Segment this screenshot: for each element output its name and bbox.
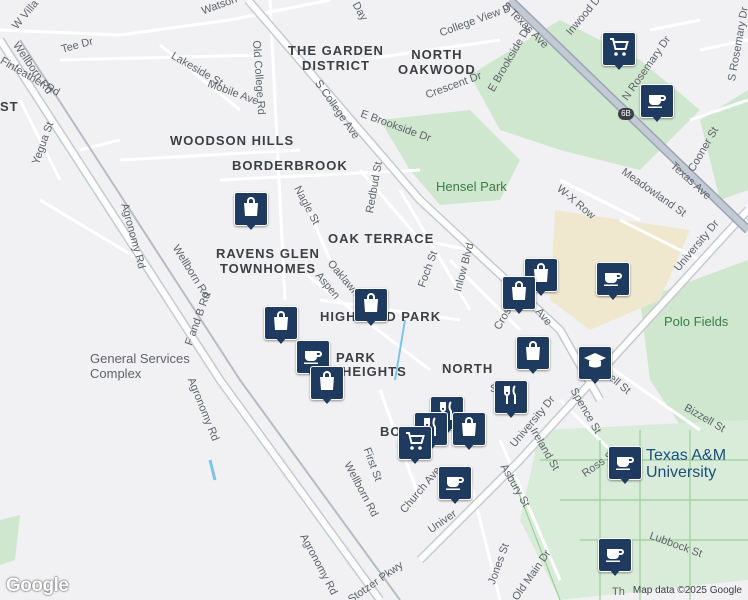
marker-school[interactable] xyxy=(578,346,612,386)
cup-icon xyxy=(613,449,637,478)
bag-icon xyxy=(359,291,383,320)
marker-cafe-5[interactable] xyxy=(608,446,642,486)
area-north: NORTH xyxy=(442,361,494,376)
area-ravens-glen-townhomes: RAVENS GLEN TOWNHOMES xyxy=(216,246,320,276)
cup-icon xyxy=(601,265,625,294)
marker-food-1[interactable] xyxy=(494,380,528,420)
marker-shop-5[interactable] xyxy=(310,366,344,406)
park-polo-fields[interactable]: Polo Fields xyxy=(664,314,728,329)
marker-shop-3[interactable] xyxy=(354,288,388,328)
bag-icon xyxy=(521,339,545,368)
area-north-oakwood: NORTH OAKWOOD xyxy=(398,47,476,77)
bag-icon xyxy=(239,195,263,224)
area-park: PARK xyxy=(336,350,376,365)
area-oak-terrace: OAK TERRACE xyxy=(328,231,435,246)
bag-icon xyxy=(507,279,531,308)
area-st: ST xyxy=(0,99,19,114)
map-attribution[interactable]: Map data ©2025 Google xyxy=(633,585,742,596)
bag-icon xyxy=(269,309,293,338)
map-canvas[interactable]: THE GARDEN DISTRICT NORTH OAKWOOD WOODSO… xyxy=(0,0,748,600)
cart-icon xyxy=(403,429,427,458)
area-woodson-hills: WOODSON HILLS xyxy=(170,133,295,148)
bag-icon xyxy=(457,415,481,444)
cup-icon xyxy=(603,541,627,570)
marker-grocery-2[interactable] xyxy=(398,426,432,466)
marker-shop-8[interactable] xyxy=(452,412,486,452)
cup-icon xyxy=(443,469,467,498)
highway-shield: 6B xyxy=(618,108,634,120)
street-th: Th xyxy=(612,586,625,598)
poi-general-services-complex[interactable]: General Services Complex xyxy=(90,351,190,381)
cap-icon xyxy=(583,349,607,378)
area-the-garden-district: THE GARDEN DISTRICT xyxy=(288,43,384,73)
area-borderbrook: BORDERBROOK xyxy=(232,158,348,173)
marker-shop-7[interactable] xyxy=(516,336,550,376)
marker-cafe-2[interactable] xyxy=(596,262,630,302)
marker-shop-4[interactable] xyxy=(264,306,298,346)
area-heights: HEIGHTS xyxy=(342,364,407,379)
marker-cafe-6[interactable] xyxy=(598,538,632,578)
fork-icon xyxy=(499,383,523,412)
park-hensel[interactable]: Hensel Park xyxy=(436,179,507,194)
cup-icon xyxy=(645,87,669,116)
bag-icon xyxy=(315,369,339,398)
marker-shop-1[interactable] xyxy=(234,192,268,232)
marker-grocery-1[interactable] xyxy=(602,32,636,72)
cart-icon xyxy=(607,35,631,64)
marker-cafe-4[interactable] xyxy=(438,466,472,506)
marker-cafe-1[interactable] xyxy=(640,84,674,124)
poi-texas-am-university[interactable]: Texas A&M University xyxy=(646,447,726,481)
marker-shop-6[interactable] xyxy=(502,276,536,316)
google-logo: Google xyxy=(6,575,69,596)
